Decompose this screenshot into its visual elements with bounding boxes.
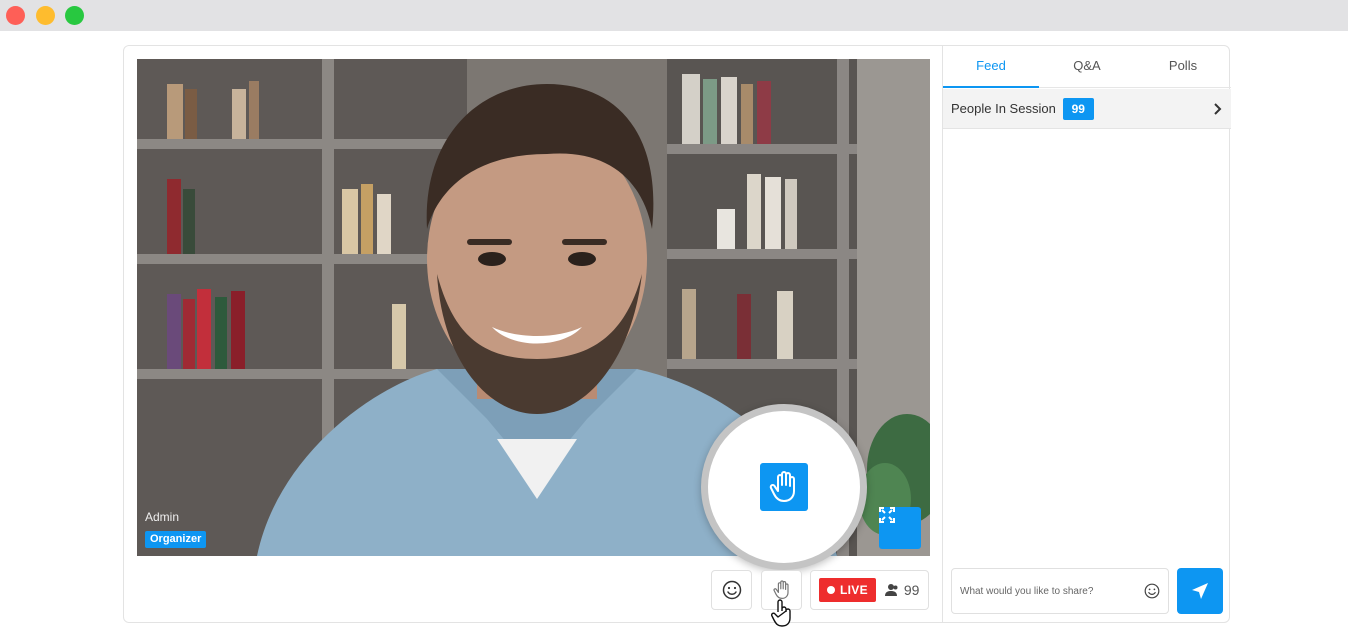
- live-badge: LIVE: [819, 578, 876, 602]
- tab-polls[interactable]: Polls: [1135, 46, 1231, 87]
- tab-qa[interactable]: Q&A: [1039, 46, 1135, 87]
- minimize-window-button[interactable]: [36, 6, 55, 25]
- send-button[interactable]: [1177, 568, 1223, 614]
- compose-box: [951, 568, 1169, 614]
- live-dot-icon: [827, 586, 835, 594]
- emoji-picker-icon[interactable]: [1144, 583, 1160, 599]
- hand-cursor-icon: [771, 599, 791, 627]
- people-icon: [884, 584, 898, 596]
- send-icon: [1192, 583, 1208, 599]
- role-badge: Organizer: [145, 531, 207, 548]
- raise-hand-icon: [769, 471, 795, 502]
- maximize-window-button[interactable]: [65, 6, 84, 25]
- raise-hand-icon: [772, 580, 789, 599]
- expand-icon: [879, 507, 895, 523]
- presenter-name: Admin: [145, 510, 180, 524]
- viewer-count: 99: [884, 582, 920, 598]
- session-card: Admin Organizer LIVE 99 Feed Q&A Polls P…: [123, 45, 1231, 627]
- window-titlebar: [0, 0, 1348, 31]
- smiley-icon: [722, 580, 741, 600]
- raise-hand-magnifier: [701, 404, 867, 570]
- raise-hand-highlight: [760, 463, 808, 511]
- live-label: LIVE: [840, 583, 868, 597]
- live-status-group: LIVE 99: [810, 570, 929, 610]
- people-in-session-row[interactable]: People In Session 99: [943, 89, 1231, 129]
- chevron-right-icon: [1214, 103, 1222, 115]
- viewer-count-value: 99: [903, 582, 920, 598]
- people-count-badge: 99: [1062, 97, 1094, 120]
- people-in-session-label: People In Session: [951, 101, 1056, 116]
- compose-input[interactable]: [952, 569, 1138, 613]
- side-panel: Feed Q&A Polls People In Session 99: [942, 46, 1231, 622]
- tab-feed[interactable]: Feed: [943, 46, 1039, 88]
- panel-tabs: Feed Q&A Polls: [943, 46, 1231, 88]
- fullscreen-button[interactable]: [879, 507, 921, 549]
- emoji-reaction-button[interactable]: [711, 570, 752, 610]
- close-window-button[interactable]: [6, 6, 25, 25]
